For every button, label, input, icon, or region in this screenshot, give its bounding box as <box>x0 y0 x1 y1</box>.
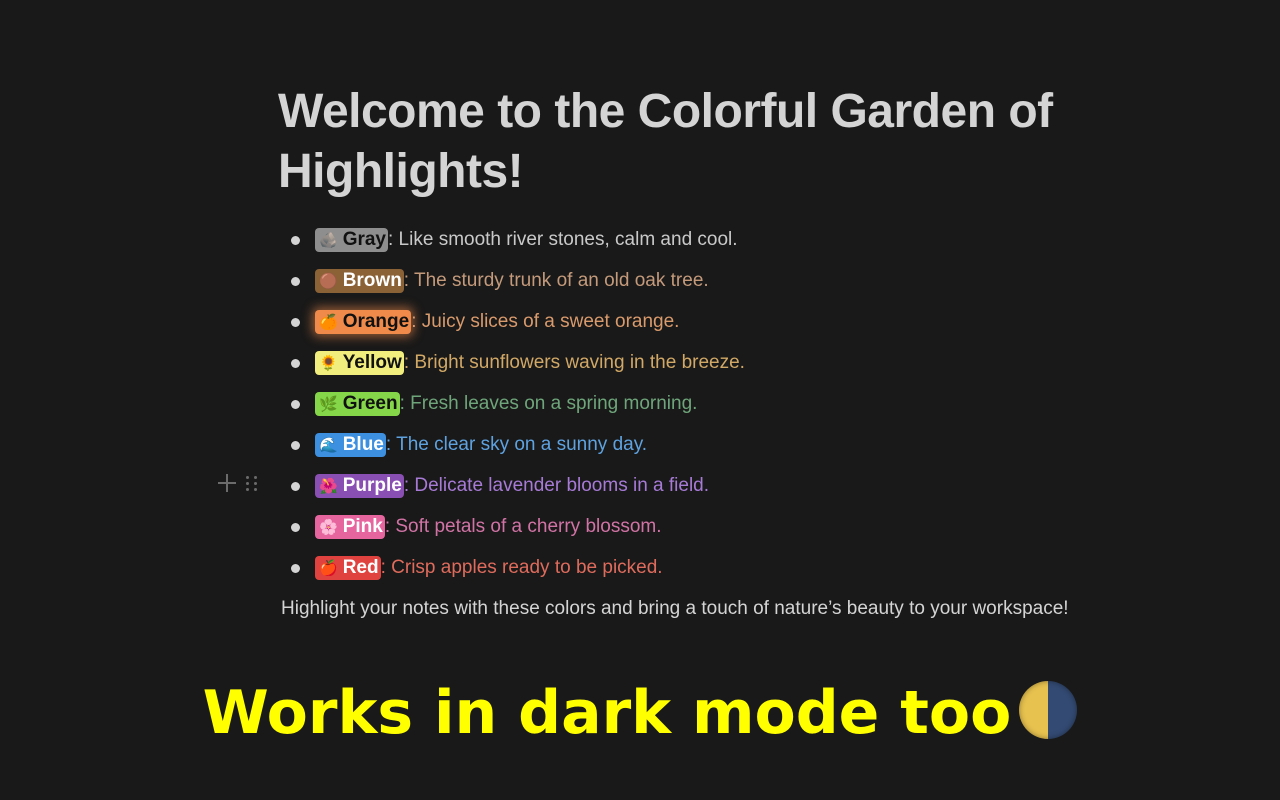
chip-label: Blue <box>342 434 384 455</box>
bullet-icon <box>291 277 300 286</box>
block-handles <box>218 474 258 492</box>
apple-icon: 🍎 <box>319 559 338 577</box>
item-description: : Crisp apples ready to be picked. <box>380 557 663 578</box>
chip-label: Pink <box>342 516 383 537</box>
item-body: 🌊 Blue: The clear sky on a sunny day. <box>315 433 647 457</box>
bullet-icon <box>291 318 300 327</box>
wave-icon: 🌊 <box>319 436 338 454</box>
bullet-icon <box>291 236 300 245</box>
cherry-blossom-icon: 🌸 <box>319 518 338 536</box>
highlight-chip-gray[interactable]: 🪨 Gray <box>315 228 388 252</box>
chip-label: Red <box>342 557 379 578</box>
orange-icon: 🍊 <box>319 313 338 331</box>
drag-handle-icon[interactable] <box>246 475 258 491</box>
item-body: 🌻 Yellow: Bright sunflowers waving in the… <box>315 351 745 375</box>
highlight-chip-yellow[interactable]: 🌻 Yellow <box>315 351 404 375</box>
bullet-icon <box>291 359 300 368</box>
chip-label: Brown <box>342 270 402 291</box>
item-description: : Soft petals of a cherry blossom. <box>384 516 662 537</box>
chip-label: Orange <box>342 311 410 332</box>
item-description: : The sturdy trunk of an old oak tree. <box>403 270 709 291</box>
item-body: 🌸 Pink: Soft petals of a cherry blossom. <box>315 515 662 539</box>
bullet-icon <box>291 523 300 532</box>
highlight-chip-brown[interactable]: 🟤 Brown <box>315 269 404 293</box>
bullet-icon <box>291 400 300 409</box>
item-body: 🍊 Orange: Juicy slices of a sweet orange. <box>315 310 679 334</box>
bullet-icon <box>291 441 300 450</box>
chestnut-icon: 🟤 <box>319 272 338 290</box>
highlight-chip-purple[interactable]: 🌺 Purple <box>315 474 404 498</box>
footer-text: Highlight your notes with these colors a… <box>281 598 1069 619</box>
chip-label: Gray <box>342 229 386 250</box>
moon-icon <box>1019 681 1078 739</box>
item-description: : Like smooth river stones, calm and coo… <box>388 229 738 250</box>
chip-label: Green <box>342 393 398 414</box>
item-description: : Fresh leaves on a spring morning. <box>399 393 698 414</box>
item-body: 🪨 Gray: Like smooth river stones, calm an… <box>315 228 738 252</box>
dark-mode-banner: Works in dark mode too <box>0 678 1280 748</box>
chip-label: Purple <box>342 475 402 496</box>
item-description: : The clear sky on a sunny day. <box>385 434 648 455</box>
lavender-icon: 🌺 <box>319 477 338 495</box>
banner-text: Works in dark mode too <box>202 678 1012 748</box>
item-description: : Bright sunflowers waving in the breeze… <box>403 352 745 373</box>
highlight-chip-green[interactable]: 🌿 Green <box>315 392 400 416</box>
bullet-icon <box>291 564 300 573</box>
bullet-icon <box>291 482 300 491</box>
highlight-chip-blue[interactable]: 🌊 Blue <box>315 433 386 457</box>
rock-icon: 🪨 <box>319 231 338 249</box>
item-body: 🍎 Red: Crisp apples ready to be picked. <box>315 556 663 580</box>
item-body: 🌿 Green: Fresh leaves on a spring morning… <box>315 392 697 416</box>
sunflower-icon: 🌻 <box>319 354 338 372</box>
highlight-chip-pink[interactable]: 🌸 Pink <box>315 515 385 539</box>
item-description: : Juicy slices of a sweet orange. <box>411 311 680 332</box>
page-title: Welcome to the Colorful Garden of Highli… <box>278 85 1053 198</box>
item-description: : Delicate lavender blooms in a field. <box>403 475 710 496</box>
chip-label: Yellow <box>342 352 402 373</box>
highlight-chip-red[interactable]: 🍎 Red <box>315 556 381 580</box>
item-body: 🌺 Purple: Delicate lavender blooms in a f… <box>315 474 709 498</box>
plus-icon[interactable] <box>218 474 236 492</box>
item-body: 🟤 Brown: The sturdy trunk of an old oak t… <box>315 269 709 293</box>
leaf-icon: 🌿 <box>319 395 338 413</box>
highlight-chip-orange[interactable]: 🍊 Orange <box>315 310 412 334</box>
